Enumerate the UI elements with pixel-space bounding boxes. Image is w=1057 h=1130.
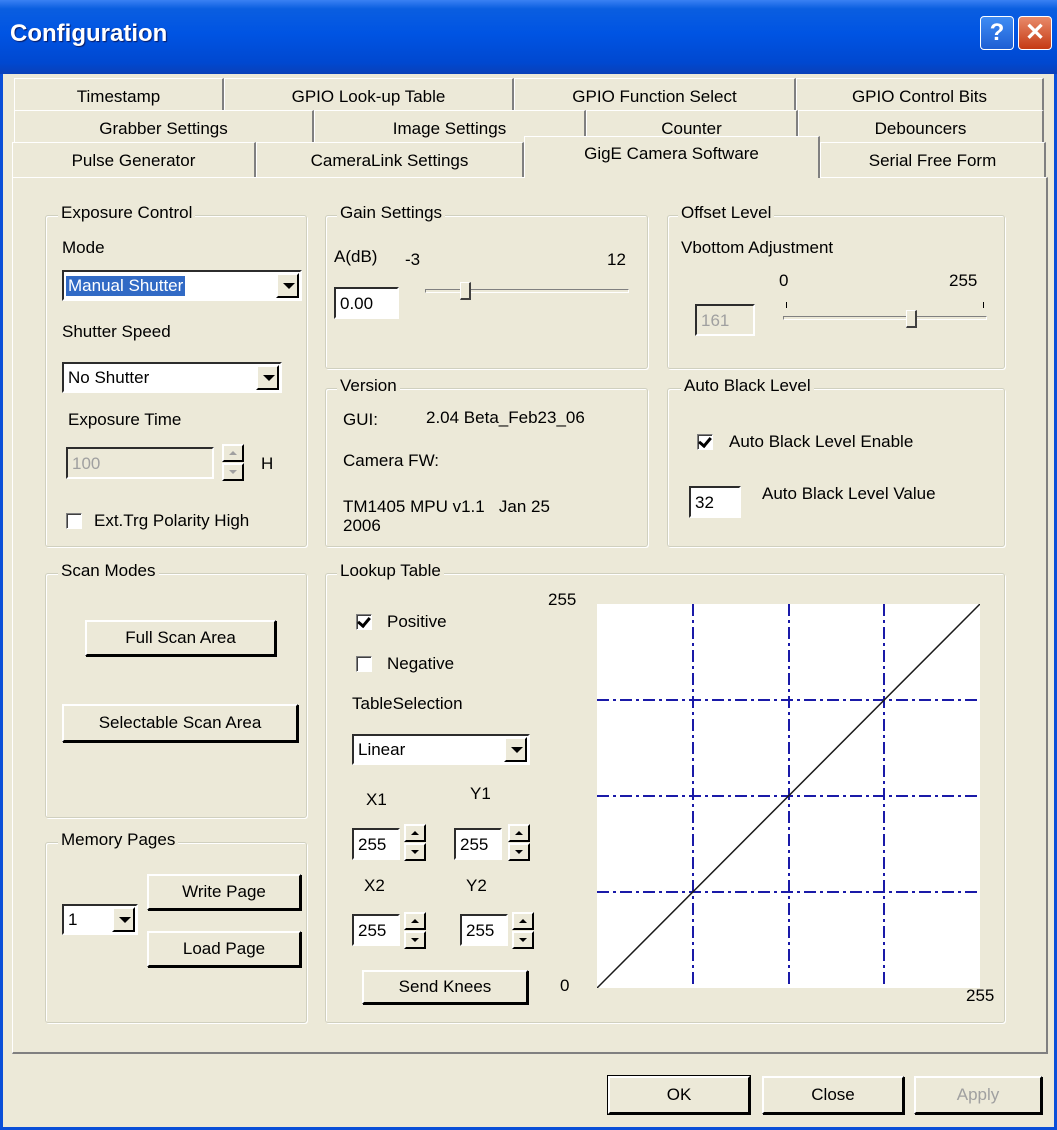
tab-grabber-settings[interactable]: Grabber Settings: [14, 110, 314, 146]
scan-modes-group: [45, 573, 307, 818]
window-title: Configuration: [10, 20, 168, 47]
auto-black-level-value-label: Auto Black Level Value: [762, 484, 936, 503]
write-page-button[interactable]: Write Page: [147, 874, 301, 910]
graph-right-label: 255: [966, 986, 995, 1005]
camera-fw-value-line1: TM1405 MPU v1.1 Jan 25: [343, 497, 550, 516]
y1-stepper[interactable]: [508, 824, 530, 862]
tab-debouncers[interactable]: Debouncers: [798, 110, 1044, 146]
offset-max-label: 255: [949, 271, 978, 290]
offset-min-label: 0: [779, 271, 789, 290]
auto-black-level-enable-checkbox[interactable]: [697, 434, 713, 450]
lookup-table-legend: Lookup Table: [337, 561, 444, 581]
apply-button[interactable]: Apply: [914, 1076, 1042, 1114]
memory-pages-legend: Memory Pages: [58, 830, 179, 850]
auto-black-level-legend: Auto Black Level: [681, 376, 814, 396]
selectable-scan-area-button[interactable]: Selectable Scan Area: [62, 704, 298, 742]
tab-gpio-control-bits[interactable]: GPIO Control Bits: [796, 78, 1044, 114]
tab-cameralink-settings[interactable]: CameraLink Settings: [256, 142, 524, 178]
tab-serial-free-form[interactable]: Serial Free Form: [820, 142, 1046, 178]
gain-settings-legend: Gain Settings: [337, 203, 446, 223]
ext-trg-polarity-label: Ext.Trg Polarity High: [94, 511, 250, 530]
positive-label: Positive: [387, 612, 447, 631]
gain-value-input[interactable]: 0.00: [334, 287, 399, 319]
chevron-down-icon[interactable]: [276, 273, 299, 298]
auto-black-level-value-input[interactable]: 32: [689, 486, 741, 518]
scan-modes-legend: Scan Modes: [58, 561, 159, 581]
gui-version-label: GUI:: [343, 410, 378, 429]
mode-select-value: Manual Shutter: [64, 275, 187, 297]
shutter-speed-select[interactable]: No Shutter: [62, 362, 282, 393]
x2-input[interactable]: 255: [352, 914, 400, 946]
graph-origin-label: 0: [560, 976, 570, 995]
y1-input[interactable]: 255: [454, 828, 502, 860]
close-button[interactable]: Close: [762, 1076, 904, 1114]
gain-slider-track[interactable]: [425, 289, 629, 293]
tab-gpio-lookup-table[interactable]: GPIO Look-up Table: [224, 78, 514, 114]
camera-fw-label: Camera FW:: [343, 451, 440, 470]
table-selection-label: TableSelection: [352, 694, 463, 713]
ext-trg-polarity-checkbox[interactable]: [66, 513, 82, 529]
help-button[interactable]: ?: [980, 16, 1014, 50]
x1-input[interactable]: 255: [352, 828, 400, 860]
mode-label: Mode: [62, 238, 105, 257]
exposure-time-label: Exposure Time: [68, 410, 182, 429]
version-legend: Version: [337, 376, 400, 396]
offset-level-legend: Offset Level: [678, 203, 775, 223]
tab-timestamp[interactable]: Timestamp: [14, 78, 224, 114]
negative-label: Negative: [387, 654, 455, 673]
negative-checkbox[interactable]: [356, 656, 372, 672]
memory-page-select[interactable]: 1: [62, 904, 138, 935]
graph-top-label: 255: [548, 590, 577, 609]
shutter-speed-value: No Shutter: [68, 368, 150, 387]
offset-tick-max: [983, 302, 984, 308]
tab-gige-camera-software[interactable]: GigE Camera Software: [524, 136, 820, 178]
gain-max-label: 12: [607, 250, 626, 269]
x2-stepper[interactable]: [404, 912, 426, 950]
auto-black-level-enable-label: Auto Black Level Enable: [729, 432, 914, 451]
load-page-button[interactable]: Load Page: [147, 931, 301, 967]
exposure-time-stepper[interactable]: [222, 444, 244, 482]
y1-label: Y1: [470, 784, 491, 803]
x1-stepper[interactable]: [404, 824, 426, 862]
tab-pulse-generator[interactable]: Pulse Generator: [12, 142, 256, 178]
offset-slider-thumb[interactable]: [905, 310, 917, 328]
y2-label: Y2: [466, 876, 487, 895]
exposure-time-input[interactable]: 100: [66, 447, 214, 479]
gain-slider-thumb[interactable]: [459, 282, 471, 300]
table-selection-select[interactable]: Linear: [352, 734, 530, 765]
memory-page-value: 1: [68, 910, 78, 929]
tab-gpio-function-select[interactable]: GPIO Function Select: [514, 78, 796, 114]
y2-stepper[interactable]: [512, 912, 534, 950]
full-scan-area-button[interactable]: Full Scan Area: [85, 620, 276, 656]
gain-min-label: -3: [405, 250, 421, 269]
offset-slider-track[interactable]: [783, 316, 987, 320]
gain-db-label: A(dB): [334, 247, 378, 266]
gui-version-value: 2.04 Beta_Feb23_06: [426, 408, 585, 427]
camera-fw-value-line2: 2006: [343, 516, 381, 535]
vbottom-adjustment-label: Vbottom Adjustment: [681, 238, 834, 257]
chevron-down-icon[interactable]: [504, 737, 527, 762]
x1-label: X1: [366, 790, 387, 809]
y2-input[interactable]: 255: [460, 914, 508, 946]
x2-label: X2: [364, 876, 385, 895]
offset-value-input[interactable]: 161: [695, 304, 755, 336]
table-selection-value: Linear: [358, 740, 406, 759]
ok-button[interactable]: OK: [608, 1076, 750, 1114]
chevron-down-icon[interactable]: [256, 365, 279, 390]
lookup-curve-graph[interactable]: [597, 604, 980, 988]
shutter-speed-label: Shutter Speed: [62, 322, 171, 341]
positive-checkbox[interactable]: [356, 614, 372, 630]
mode-select[interactable]: Manual Shutter: [62, 270, 302, 301]
chevron-down-icon[interactable]: [112, 907, 135, 932]
exposure-unit-label: H: [261, 454, 274, 473]
auto-black-level-group: [667, 388, 1005, 547]
offset-tick-min: [786, 302, 787, 308]
exposure-control-legend: Exposure Control: [58, 203, 196, 223]
send-knees-button[interactable]: Send Knees: [362, 970, 528, 1004]
close-window-button[interactable]: ✕: [1018, 16, 1052, 50]
